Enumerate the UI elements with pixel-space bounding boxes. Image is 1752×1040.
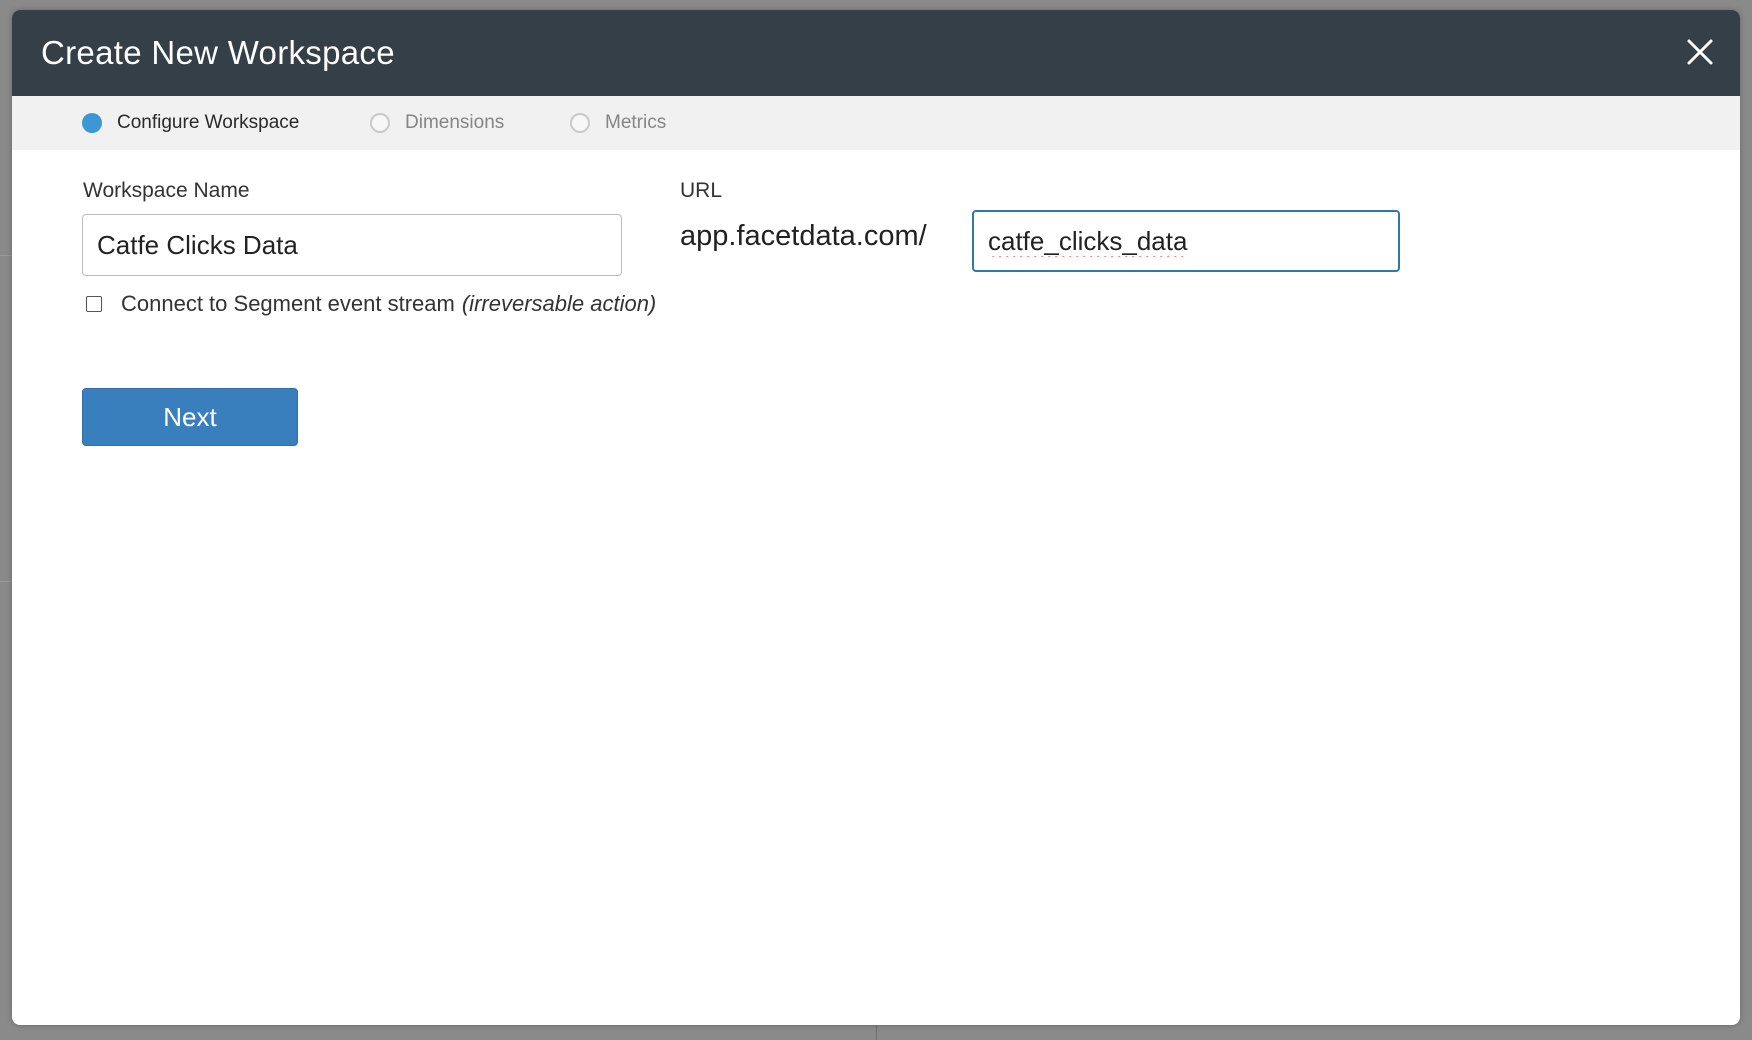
step-label: Metrics (605, 112, 667, 133)
segment-option: Connect to Segment event stream (irrever… (86, 291, 656, 317)
segment-label: Connect to Segment event stream (121, 291, 455, 316)
radio-empty-icon (570, 113, 590, 133)
wizard-steps: Configure Workspace Dimensions Metrics (12, 96, 1740, 150)
url-prefix: app.facetdata.com/ (680, 220, 927, 252)
close-icon (1687, 39, 1713, 65)
url-label: URL (680, 179, 723, 202)
step-label: Configure Workspace (117, 112, 300, 133)
segment-checkbox[interactable] (86, 296, 102, 312)
workspace-name-label: Workspace Name (83, 179, 250, 202)
backdrop-divider (0, 581, 12, 582)
step-configure-workspace[interactable]: Configure Workspace (82, 108, 299, 138)
step-label: Dimensions (405, 112, 505, 133)
backdrop-divider (876, 1024, 877, 1040)
close-button[interactable] (1680, 32, 1720, 72)
next-button[interactable]: Next (82, 388, 298, 446)
modal-title: Create New Workspace (41, 34, 395, 71)
step-dimensions[interactable]: Dimensions (370, 108, 504, 138)
radio-filled-icon (82, 113, 102, 133)
radio-empty-icon (370, 113, 390, 133)
create-workspace-modal: Create New Workspace Configure Workspace… (12, 10, 1740, 1025)
modal-header: Create New Workspace (12, 10, 1740, 96)
backdrop-divider (0, 255, 12, 256)
url-slug-input[interactable] (972, 210, 1400, 272)
workspace-name-input[interactable] (82, 214, 622, 276)
segment-note: (irreversable action) (461, 291, 657, 316)
step-metrics[interactable]: Metrics (570, 108, 666, 138)
